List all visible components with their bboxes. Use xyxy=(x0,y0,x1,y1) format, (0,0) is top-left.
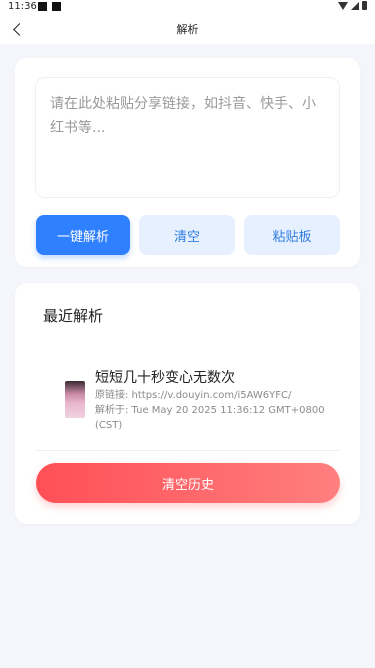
clear-history-button[interactable]: 清空历史 xyxy=(36,463,340,503)
battery-icon xyxy=(362,1,367,10)
history-item-source: 原链接: https://v.douyin.com/i5AW6YFC/ xyxy=(95,390,292,401)
notification-icon xyxy=(38,2,47,11)
history-item[interactable]: 短短几十秒变心无数次 原链接: https://v.douyin.com/i5A… xyxy=(35,361,340,451)
recent-title: 最近解析 xyxy=(43,307,104,325)
link-input[interactable]: 请在此处粘贴分享链接，如抖音、快手、小红书等... xyxy=(35,77,340,198)
wifi-icon xyxy=(338,1,348,10)
clear-button[interactable]: 清空 xyxy=(139,215,235,255)
history-item-time: 解析于: Tue May 20 2025 11:36:12 GMT+0800 (… xyxy=(95,405,325,431)
notification-icon xyxy=(52,2,61,11)
parse-button[interactable]: 一键解析 xyxy=(36,215,130,255)
recent-card: 最近解析 短短几十秒变心无数次 原链接: https://v.douyin.co… xyxy=(15,283,360,524)
status-time: 11:36 xyxy=(8,1,37,12)
status-icons xyxy=(338,1,367,10)
navbar: 解析 xyxy=(0,14,375,44)
status-bar: 11:36 xyxy=(0,0,375,14)
signal-icon xyxy=(351,1,359,10)
history-item-meta: 原链接: https://v.douyin.com/i5AW6YFC/ 解析于:… xyxy=(95,388,340,433)
divider xyxy=(35,450,340,451)
history-item-title: 短短几十秒变心无数次 xyxy=(95,370,235,386)
parse-card: 请在此处粘贴分享链接，如抖音、快手、小红书等... 一键解析 清空 粘贴板 xyxy=(15,58,360,267)
paste-button[interactable]: 粘贴板 xyxy=(244,215,340,255)
video-thumbnail xyxy=(65,381,85,418)
page-title: 解析 xyxy=(176,23,199,36)
